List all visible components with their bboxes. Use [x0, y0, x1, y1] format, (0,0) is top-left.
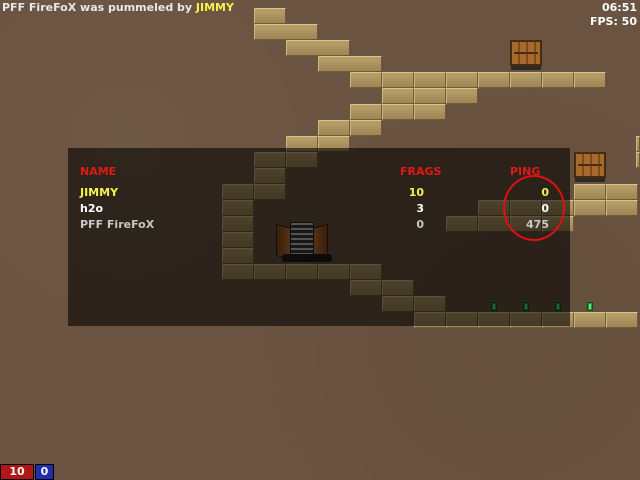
- fps-counter: FPS: 50: [589, 15, 637, 28]
- player-frags: 3: [416, 202, 424, 215]
- annotation-circle: [503, 175, 565, 241]
- crate-base: [511, 66, 541, 70]
- team-score-red: 10: [0, 464, 34, 480]
- brick: [286, 40, 350, 56]
- game-viewport: NAME FRAGS PING JIMMY 10 0 h2o 3 0 PFF FireFoX…: [0, 0, 640, 480]
- player-name: h2o: [80, 202, 104, 215]
- brick: [254, 24, 318, 40]
- brick: [636, 152, 640, 168]
- brick: [318, 56, 382, 72]
- kill-feed: PFF FireFoX was pummeled by JIMMY: [2, 1, 234, 14]
- brick-ledge: [574, 184, 638, 200]
- brick-ledge: [574, 200, 638, 216]
- header-name: NAME: [80, 165, 117, 178]
- player-frags: 10: [408, 186, 424, 199]
- brick-ledge: [350, 72, 606, 88]
- player-name: JIMMY: [80, 186, 119, 199]
- kill-feed-killer: JIMMY: [195, 1, 234, 14]
- brick-ledge: [318, 120, 382, 136]
- crate-base: [575, 178, 605, 182]
- player-name: PFF FireFoX: [80, 218, 155, 231]
- brick: [636, 136, 640, 152]
- header-frags: FRAGS: [400, 165, 442, 178]
- player-frags: 0: [416, 218, 424, 231]
- brick-ledge: [382, 88, 478, 104]
- scoreboard-overlay: [68, 148, 570, 326]
- team-score-blue: 0: [35, 464, 54, 480]
- game-clock: 06:51: [601, 1, 637, 14]
- kill-feed-verb: was pummeled by: [80, 1, 193, 14]
- crate-icon: [574, 152, 606, 178]
- brick-ledge: [350, 104, 446, 120]
- kill-feed-victim: PFF FireFoX: [2, 1, 77, 14]
- crate-icon: [510, 40, 542, 66]
- brick: [254, 8, 286, 24]
- ammo-box-icon: [587, 302, 593, 311]
